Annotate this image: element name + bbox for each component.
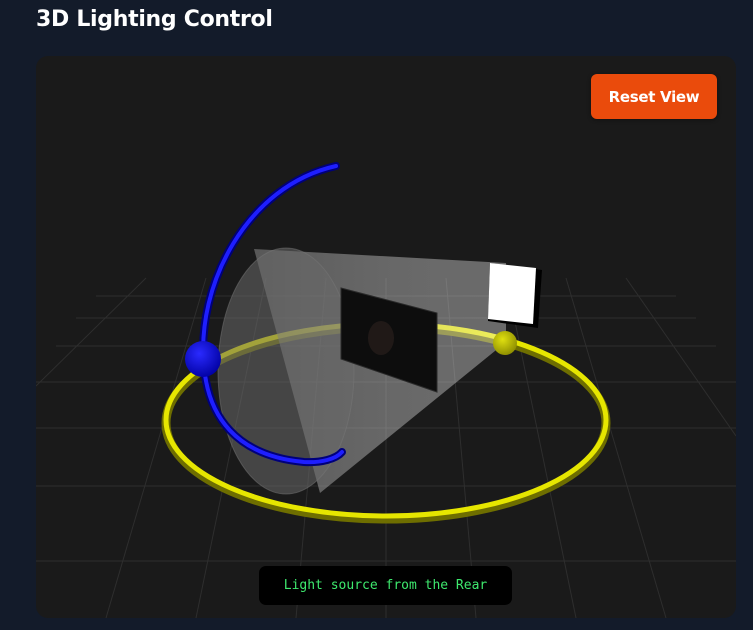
app-page: 3D Lighting Control Reset View Light sou… xyxy=(0,0,753,630)
elevation-handle[interactable] xyxy=(185,341,221,377)
light-source-panel[interactable] xyxy=(488,263,542,328)
azimuth-handle[interactable] xyxy=(493,331,517,355)
3d-viewport[interactable]: Reset View Light source from the Rear xyxy=(36,56,736,618)
page-title: 3D Lighting Control xyxy=(36,7,273,32)
light-status-label: Light source from the Rear xyxy=(259,566,512,605)
light-cone xyxy=(217,247,506,495)
scene-canvas[interactable] xyxy=(36,56,736,618)
reset-view-button[interactable]: Reset View xyxy=(591,74,717,119)
